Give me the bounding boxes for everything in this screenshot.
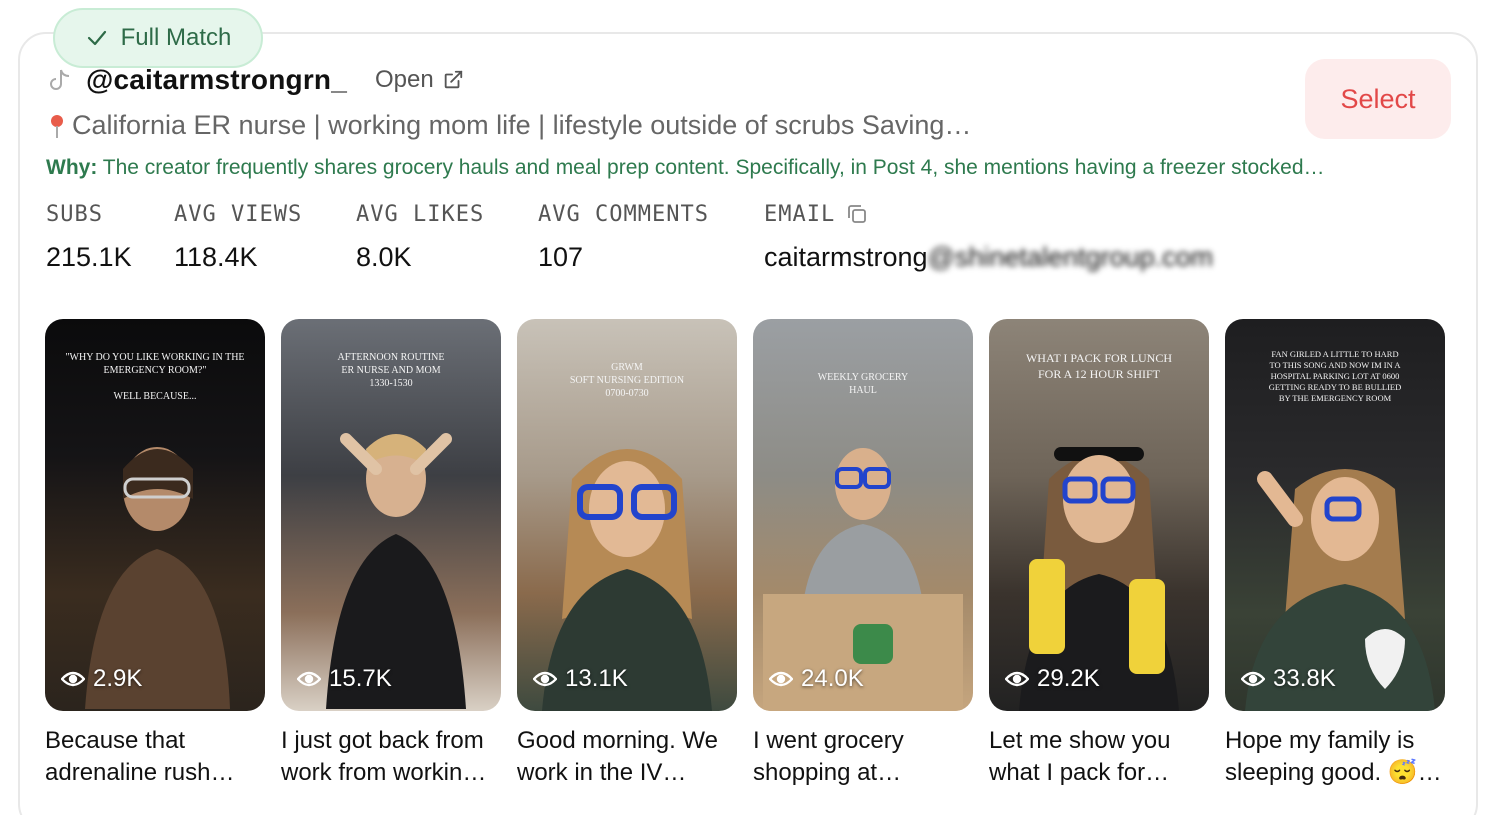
stat-label: AVG VIEWS: [174, 201, 303, 227]
why-text: The creator frequently shares grocery ha…: [97, 156, 1325, 179]
view-count-value: 2.9K: [93, 665, 143, 692]
video-card[interactable]: "Why do you like working in the emergenc…: [45, 319, 265, 789]
person-figure: [326, 433, 466, 709]
video-card[interactable]: What I pack for lunch for a 12 hour shif…: [989, 319, 1209, 789]
eye-icon: [297, 671, 321, 687]
video-card[interactable]: GRWM soft nursing edition 0700-0730 13.1…: [517, 319, 737, 789]
thumbnail-overlay-text: Fan girled a little to hard to this song…: [1268, 349, 1402, 404]
stat-label: SUBS: [46, 201, 103, 227]
match-reason: Why: The creator frequently shares groce…: [46, 156, 1325, 180]
stat-label: AVG COMMENTS: [538, 201, 709, 227]
stat-value: 8.0K: [356, 242, 412, 272]
view-count: 15.7K: [297, 665, 392, 693]
stat-avg-likes: AVG LIKES 8.0K: [356, 200, 484, 273]
full-match-badge: Full Match: [53, 8, 263, 68]
video-caption: I just got back from work from workin…: [281, 727, 487, 786]
view-count: 33.8K: [1241, 665, 1336, 693]
video-thumbnail[interactable]: GRWM soft nursing edition 0700-0730 13.1…: [517, 319, 737, 711]
eye-icon: [1241, 671, 1265, 687]
eye-icon: [533, 671, 557, 687]
stat-value: 107: [538, 242, 584, 272]
stat-label: EMAIL: [764, 200, 1213, 228]
creator-bio: California ER nurse | working mom life |…: [46, 110, 971, 141]
view-count-value: 15.7K: [329, 665, 392, 692]
video-thumbnail[interactable]: Weekly grocery haul 24.0K: [753, 319, 973, 711]
check-icon: [87, 30, 106, 46]
select-button[interactable]: Select: [1305, 59, 1451, 139]
stat-subs: SUBS 215.1K: [46, 200, 132, 273]
stat-value: 215.1K: [46, 242, 132, 272]
email-value[interactable]: caitarmstrong@shinetalentgroup.com: [764, 242, 1213, 273]
video-caption: Let me show you what I pack for…: [989, 727, 1171, 786]
video-thumbnail[interactable]: Fan girled a little to hard to this song…: [1225, 319, 1445, 711]
eye-icon: [769, 671, 793, 687]
thumbnail-overlay-text: Weekly grocery haul: [817, 372, 909, 396]
video-card[interactable]: Afternoon routine ER nurse and mom 1330-…: [281, 319, 501, 789]
creator-handle[interactable]: @caitarmstrongrn_: [86, 64, 347, 96]
view-count-value: 29.2K: [1037, 665, 1100, 692]
bio-text: California ER nurse | working mom life |…: [72, 110, 972, 140]
video-caption: Good morning. We work in the IV…: [517, 727, 718, 786]
view-count-value: 33.8K: [1273, 665, 1336, 692]
match-badge-label: Full Match: [120, 24, 232, 51]
thumbnail-overlay-text: GRWM soft nursing edition 0700-0730: [569, 362, 685, 399]
stat-avg-comments: AVG COMMENTS 107: [538, 200, 709, 273]
stat-avg-views: AVG VIEWS 118.4K: [174, 200, 302, 273]
stat-label: AVG LIKES: [356, 201, 485, 227]
view-count-value: 13.1K: [565, 665, 628, 692]
open-link-label: Open: [375, 66, 434, 93]
view-count-value: 24.0K: [801, 665, 864, 692]
external-link-icon: [444, 70, 462, 89]
video-caption: Because that adrenaline rush…: [45, 727, 235, 786]
stat-value: 118.4K: [174, 242, 258, 272]
video-thumbnail[interactable]: Afternoon routine ER nurse and mom 1330-…: [281, 319, 501, 711]
email-blurred-part: @shinetalentgroup.com: [927, 242, 1214, 272]
view-count: 29.2K: [1005, 665, 1100, 693]
video-card[interactable]: Weekly grocery haul 24.0K I went grocery…: [753, 319, 973, 789]
open-profile-link[interactable]: Open: [375, 66, 464, 94]
stat-email: EMAIL caitarmstrong@shinetalentgroup.com: [764, 200, 1213, 273]
video-list: "Why do you like working in the emergenc…: [45, 319, 1445, 789]
email-label: EMAIL: [764, 201, 836, 227]
thumbnail-overlay-text: Afternoon routine ER nurse and mom 1330-…: [337, 352, 445, 389]
view-count: 13.1K: [533, 665, 628, 693]
thumbnail-overlay-text: "Why do you like working in the emergenc…: [65, 352, 245, 402]
why-label: Why:: [46, 156, 98, 179]
video-card[interactable]: Fan girled a little to hard to this song…: [1225, 319, 1445, 789]
tiktok-icon: [50, 69, 70, 90]
eye-icon: [61, 671, 85, 687]
thumbnail-overlay-text: What I pack for lunch for a 12 hour shif…: [1025, 351, 1173, 381]
copy-icon[interactable]: [845, 202, 869, 226]
view-count: 2.9K: [61, 665, 142, 693]
view-count: 24.0K: [769, 665, 864, 693]
pin-icon: [51, 114, 63, 138]
email-visible-part: caitarmstrong: [764, 242, 928, 272]
video-thumbnail[interactable]: "Why do you like working in the emergenc…: [45, 319, 265, 711]
eye-icon: [1005, 671, 1029, 687]
video-caption: Hope my family is sleeping good. 😴…: [1225, 727, 1442, 786]
video-caption: I went grocery shopping at…: [753, 727, 904, 786]
video-thumbnail[interactable]: What I pack for lunch for a 12 hour shif…: [989, 319, 1209, 711]
